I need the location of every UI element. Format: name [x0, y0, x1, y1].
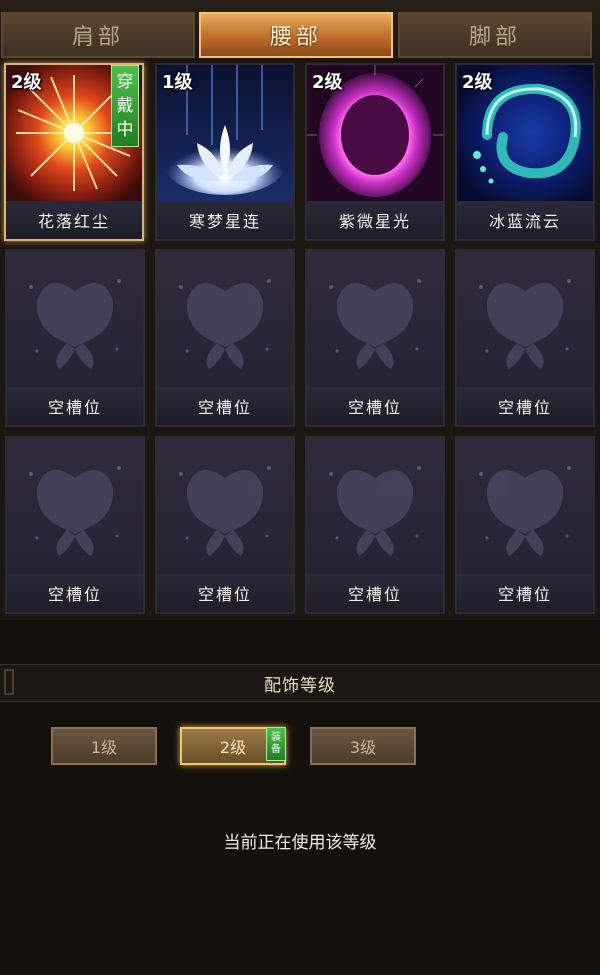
tab-waist[interactable]: 腰部: [199, 12, 393, 58]
tab-shoulder[interactable]: 肩部: [1, 12, 195, 58]
empty-slot-label: 空槽位: [457, 387, 593, 425]
status-text: 当前正在使用该等级: [223, 833, 377, 853]
butterfly-icon: [307, 251, 443, 387]
level-button-label: 1级: [90, 738, 118, 757]
empty-slot-label: 空槽位: [7, 387, 143, 425]
accessory-name: 冰蓝流云: [457, 201, 593, 239]
butterfly-icon: [157, 251, 293, 387]
level-button-label: 3级: [349, 738, 377, 757]
butterfly-icon: [7, 251, 143, 387]
level-button-1[interactable]: 1级: [51, 727, 157, 765]
empty-slot-label: 空槽位: [307, 387, 443, 425]
empty-slot[interactable]: 空槽位: [455, 249, 595, 427]
equip-badge-char: 备: [271, 744, 281, 755]
butterfly-icon: [7, 438, 143, 574]
empty-slot[interactable]: 空槽位: [5, 249, 145, 427]
level-badge: 2级: [312, 72, 343, 93]
empty-slot[interactable]: 空槽位: [455, 436, 595, 614]
equipped-tag: 穿 戴 中: [111, 65, 139, 147]
equipped-tag-char: 中: [116, 120, 134, 140]
section-divider: 配饰等级: [0, 664, 600, 702]
equip-badge: 装 备: [266, 727, 286, 761]
accessory-grid: 2级 穿 戴 中 花落红尘 1级 寒梦星连 2级 紫微星光 2级 冰蓝流云 空槽…: [0, 60, 600, 620]
empty-slot[interactable]: 空槽位: [305, 249, 445, 427]
accessory-name: 紫微星光: [307, 201, 443, 239]
empty-slot-label: 空槽位: [7, 574, 143, 612]
accessory-name: 寒梦星连: [157, 201, 293, 239]
level-badge: 2级: [462, 72, 493, 93]
empty-slot[interactable]: 空槽位: [155, 249, 295, 427]
butterfly-icon: [157, 438, 293, 574]
empty-slot[interactable]: 空槽位: [155, 436, 295, 614]
empty-slot[interactable]: 空槽位: [5, 436, 145, 614]
empty-slot-label: 空槽位: [457, 574, 593, 612]
accessory-card-hualuohongchen[interactable]: 2级 穿 戴 中 花落红尘: [4, 63, 144, 241]
equipped-tag-char: 戴: [116, 96, 134, 116]
level-badge: 1级: [162, 72, 193, 93]
level-button-2[interactable]: 2级 装 备: [180, 727, 286, 765]
empty-slot[interactable]: 空槽位: [305, 436, 445, 614]
equipped-tag-char: 穿: [116, 72, 134, 92]
accessory-card-hanmengxinglian[interactable]: 1级 寒梦星连: [155, 63, 295, 241]
accessory-card-binglanliuyun[interactable]: 2级 冰蓝流云: [455, 63, 595, 241]
accessory-card-ziweixingguang[interactable]: 2级 紫微星光: [305, 63, 445, 241]
level-badge: 2级: [11, 72, 42, 93]
section-title: 配饰等级: [264, 675, 336, 696]
level-button-3[interactable]: 3级: [310, 727, 416, 765]
tab-bar: 肩部 腰部 脚部: [0, 0, 600, 62]
empty-slot-label: 空槽位: [157, 387, 293, 425]
empty-slot-label: 空槽位: [157, 574, 293, 612]
butterfly-icon: [457, 251, 593, 387]
equip-badge-char: 装: [271, 732, 281, 743]
butterfly-icon: [457, 438, 593, 574]
butterfly-icon: [307, 438, 443, 574]
level-button-label: 2级: [219, 738, 247, 757]
tab-feet[interactable]: 脚部: [398, 12, 592, 58]
empty-slot-label: 空槽位: [307, 574, 443, 612]
accessory-name: 花落红尘: [6, 201, 142, 239]
